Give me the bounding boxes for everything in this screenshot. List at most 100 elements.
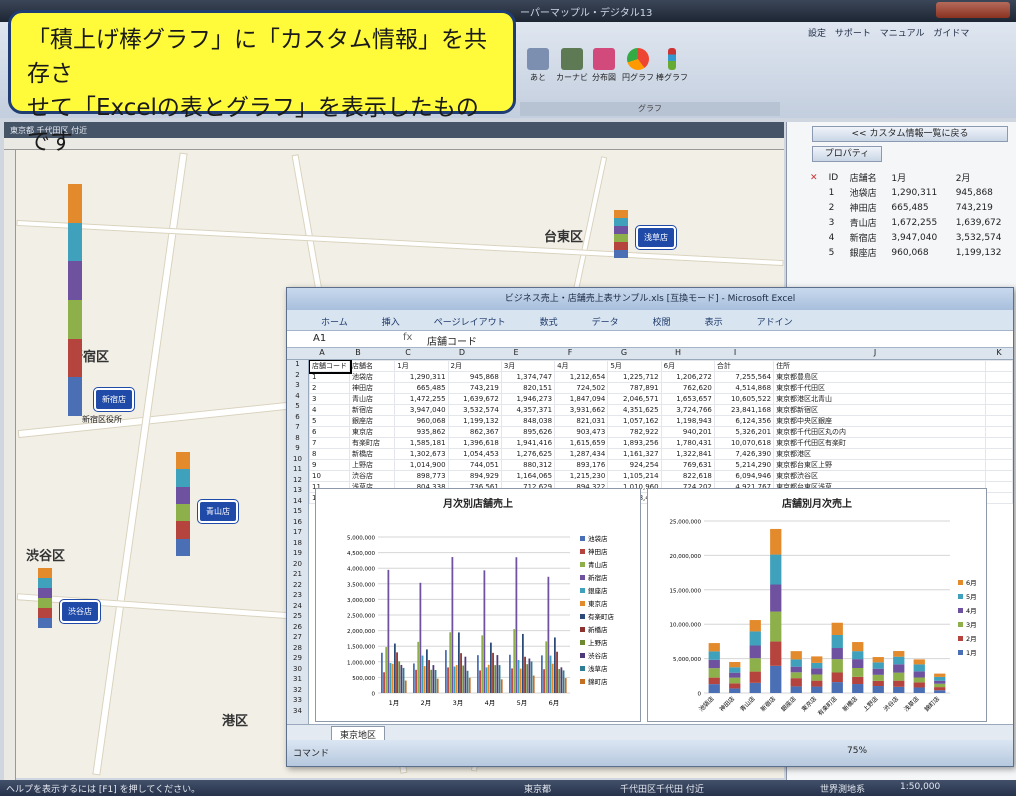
sheet-cell[interactable] [985, 470, 1013, 482]
properties-button[interactable]: プロパティ [812, 146, 882, 162]
support-link[interactable]: サポート [835, 29, 871, 39]
sheet-cell[interactable]: 銀座店 [348, 415, 396, 427]
settings-link[interactable]: 設定 [808, 29, 826, 39]
sheet-cell[interactable]: 893,176 [554, 459, 609, 471]
sheet-cell[interactable]: 8 [309, 448, 350, 460]
sheet-cell[interactable]: 合計 [713, 360, 775, 372]
sheet-cell[interactable]: 762,620 [660, 382, 715, 394]
sheet-cell[interactable]: 782,922 [607, 426, 662, 438]
sheet-cell[interactable] [985, 404, 1013, 416]
sheet-cell[interactable]: 東京店 [348, 426, 396, 438]
column-header[interactable]: J [765, 348, 985, 357]
sheet-cell[interactable]: 744,051 [447, 459, 502, 471]
row-header[interactable]: 3 [287, 381, 308, 392]
column-header[interactable]: K [985, 348, 1013, 357]
sheet-cell[interactable]: 5,214,290 [713, 459, 775, 471]
row-header[interactable]: 2 [287, 371, 308, 382]
sheet-cell[interactable] [985, 415, 1013, 427]
sheet-cell[interactable]: 23,841,168 [713, 404, 775, 416]
sheet-cell[interactable]: 5,326,201 [713, 426, 775, 438]
row-header[interactable]: 25 [287, 612, 308, 623]
sheet-cell[interactable]: 東京都新宿区 [773, 404, 987, 416]
sheet-cell[interactable]: 1,212,654 [554, 371, 609, 383]
table-row[interactable]: 5 銀座店 960,068 1,199,132 [806, 245, 1016, 260]
row-header[interactable]: 27 [287, 633, 308, 644]
sheet-cell[interactable]: 3,724,766 [660, 404, 715, 416]
sheet-cell[interactable]: 787,891 [607, 382, 662, 394]
column-header[interactable]: C [381, 348, 435, 357]
column-header[interactable]: I [705, 348, 765, 357]
sheet-cell[interactable]: 東京都千代田区丸の内 [773, 426, 987, 438]
row-header[interactable]: 12 [287, 476, 308, 487]
sheet-cell[interactable]: 1,054,453 [447, 448, 502, 460]
sheet-cell[interactable] [985, 437, 1013, 449]
sheet-cell[interactable]: 769,631 [660, 459, 715, 471]
sheet-cell[interactable]: 1,057,162 [607, 415, 662, 427]
ribbon-button-bar[interactable]: 棒グラフ [652, 48, 692, 92]
sheet-cell[interactable]: 3 [309, 393, 350, 405]
sheet-cell[interactable]: 2 [309, 382, 350, 394]
row-header[interactable]: 10 [287, 455, 308, 466]
sheet-cell[interactable]: 東京都千代田区 [773, 382, 987, 394]
row-header[interactable]: 1 [287, 360, 308, 371]
manual-link[interactable]: マニュアル [880, 29, 925, 39]
sheet-cell[interactable]: 1,396,618 [447, 437, 502, 449]
row-header[interactable]: 16 [287, 518, 308, 529]
chart-store-monthly-sales[interactable]: 店舗別月次売上 25,000,000 20,000,000 15,000,000 10… [647, 488, 987, 722]
sheet-cell[interactable]: 862,367 [447, 426, 502, 438]
sheet-cell[interactable]: 724,502 [554, 382, 609, 394]
row-header[interactable]: 8 [287, 434, 308, 445]
sheet-cell[interactable]: 新宿店 [348, 404, 396, 416]
sheet-cell[interactable]: 1,215,230 [554, 470, 609, 482]
column-header[interactable]: E [489, 348, 543, 357]
sheet-cell[interactable]: 店舗名 [348, 360, 396, 372]
row-header[interactable]: 17 [287, 528, 308, 539]
sheet-cell[interactable]: 6,094,946 [713, 470, 775, 482]
sheet-cell[interactable]: 1,941,416 [500, 437, 556, 449]
sheet-cell[interactable]: 東京都中央区銀座 [773, 415, 987, 427]
table-row[interactable]: 3 青山店 1,672,255 1,639,672 [806, 215, 1016, 230]
column-header[interactable]: A [309, 348, 335, 357]
col-header[interactable]: 店舗名 [846, 170, 888, 185]
sheet-cell[interactable]: 1,847,094 [554, 393, 609, 405]
sheet-cell[interactable] [985, 371, 1013, 383]
sheet-cell[interactable]: 東京都港区 [773, 448, 987, 460]
row-header[interactable]: 9 [287, 444, 308, 455]
sheet-cell[interactable]: 3,532,574 [447, 404, 502, 416]
stacked-bar-shinjuku[interactable] [68, 184, 82, 417]
sheet-cell[interactable]: 4月 [554, 360, 609, 372]
sheet-cell[interactable]: 東京都千代田区有楽町 [773, 437, 987, 449]
sheet-cell[interactable]: 665,485 [394, 382, 449, 394]
sheet-cell[interactable] [985, 481, 1013, 493]
row-header[interactable]: 22 [287, 581, 308, 592]
row-header[interactable]: 18 [287, 539, 308, 550]
sheet-cell[interactable]: 1,302,673 [394, 448, 449, 460]
sheet-cell[interactable]: 960,068 [394, 415, 449, 427]
column-header[interactable]: F [543, 348, 597, 357]
window-controls[interactable] [936, 2, 1010, 18]
sheet-cell[interactable]: 神田店 [348, 382, 396, 394]
store-pill-aoyama[interactable]: 青山店 [198, 500, 238, 523]
sheet-cell[interactable]: 7,426,390 [713, 448, 775, 460]
column-header[interactable]: H [651, 348, 705, 357]
sheet-cell[interactable]: 10 [309, 470, 350, 482]
zoom-level[interactable]: 75% [847, 746, 867, 756]
row-header[interactable]: 19 [287, 549, 308, 560]
stacked-bar-aoyama[interactable] [176, 452, 190, 556]
sheet-cell[interactable]: 945,868 [447, 371, 502, 383]
sheet-cell[interactable]: 924,254 [607, 459, 662, 471]
chart-monthly-store-sales[interactable]: 月次別店舗売上 5,000,000 4,500,000 4,000,000 3,500… [315, 488, 641, 722]
sheet-cell[interactable]: 6月 [660, 360, 715, 372]
excel-tab[interactable]: アドイン [757, 315, 793, 328]
row-header[interactable]: 28 [287, 644, 308, 655]
sheet-cell[interactable]: 1,206,272 [660, 371, 715, 383]
row-header[interactable]: 4 [287, 392, 308, 403]
delete-icon[interactable]: ✕ [806, 170, 825, 185]
sheet-cell[interactable]: 9 [309, 459, 350, 471]
sheet-cell[interactable]: 848,038 [500, 415, 556, 427]
sheet-cell[interactable] [985, 360, 1013, 372]
row-header[interactable]: 33 [287, 696, 308, 707]
sheet-cell[interactable]: 4,357,371 [500, 404, 556, 416]
row-header[interactable]: 24 [287, 602, 308, 613]
sheet-cell[interactable]: 住所 [773, 360, 987, 372]
